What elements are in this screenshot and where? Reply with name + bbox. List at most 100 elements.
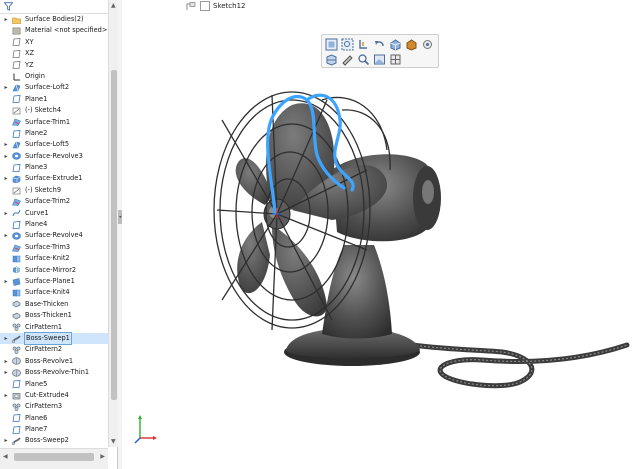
expand-arrow-icon[interactable]: ▸ xyxy=(3,435,9,446)
tree-item-label: Plane1 xyxy=(25,94,48,103)
tree-item-label: Plane6 xyxy=(25,413,48,422)
sweep-icon xyxy=(12,335,21,343)
surface-revolve-icon xyxy=(12,232,21,240)
tree-item[interactable]: ▸ Surface-Loft5 xyxy=(0,139,108,150)
scroll-thumb[interactable] xyxy=(111,70,117,400)
expand-arrow-icon[interactable]: ▸ xyxy=(3,230,9,241)
tree-item[interactable]: Plane1 xyxy=(0,94,108,105)
tree-item-label: XY xyxy=(25,37,34,46)
tree-item[interactable]: YZ xyxy=(0,60,108,71)
tree-item[interactable]: Surface-Trim2 xyxy=(0,196,108,207)
expand-arrow-icon[interactable]: ▸ xyxy=(3,14,9,25)
tree-item-label: CirPattern2 xyxy=(25,345,63,354)
revolve-icon xyxy=(12,369,21,377)
tree-item[interactable]: ▸ Surface-Revolve3 xyxy=(0,151,108,162)
expand-arrow-icon[interactable]: ▸ xyxy=(3,82,9,93)
tree-item[interactable]: Base-Thicken xyxy=(0,299,108,310)
tree-item[interactable]: ▸ Curve1 xyxy=(0,208,108,219)
tree-item[interactable]: ▸ Surface Bodies(2) xyxy=(0,14,108,25)
tree-horizontal-scrollbar[interactable]: ◀ ▶ xyxy=(0,448,108,469)
tree-item[interactable]: ▸ Boss-Revolve1 xyxy=(0,356,108,367)
tree-item[interactable]: ▸ Surface-Loft2 xyxy=(0,82,108,93)
filter-icon[interactable] xyxy=(4,2,13,11)
tree-item[interactable]: Surface-Knit4 xyxy=(0,287,108,298)
plane-icon xyxy=(12,380,21,389)
tree-item[interactable]: XY xyxy=(0,37,108,48)
tree-item[interactable]: (-) Sketch4 xyxy=(0,105,108,116)
tree-item-label: Surface-Mirror2 xyxy=(25,265,77,274)
tree-item-label: CirPattern3 xyxy=(25,402,63,411)
plane-icon xyxy=(12,61,21,70)
tree-item[interactable]: ▸ Boss-Sweep1 xyxy=(0,331,108,346)
tree-item[interactable]: Surface-Knit2 xyxy=(0,253,108,264)
tree-item[interactable]: ▸ Surface-Extrude1 xyxy=(0,173,108,184)
tree-item[interactable]: ▸ Surface-Plane1 xyxy=(0,276,108,287)
tree-item[interactable]: ▸ Boss-Revolve-Thin1 xyxy=(0,367,108,378)
tree-item-label: (-) Sketch4 xyxy=(25,106,62,115)
tree-item-label: Surface Bodies(2) xyxy=(25,15,84,23)
tree-item[interactable]: ▸ Cut-Extrude4 xyxy=(0,390,108,401)
tree-item-label: Surface-Trim1 xyxy=(25,117,71,126)
expand-arrow-icon[interactable]: ▸ xyxy=(3,390,9,401)
surface-trim-icon xyxy=(12,244,21,252)
feature-tree-list: ▸ Surface Bodies(2) Material <not specifie… xyxy=(0,14,108,448)
tree-item[interactable]: Boss-Thicken1 xyxy=(0,310,108,321)
graphics-area[interactable]: Sketch12 xyxy=(122,0,638,469)
tree-item[interactable]: Plane3 xyxy=(0,162,108,173)
tree-item[interactable]: ▸ Boss-Sweep2 xyxy=(0,435,108,446)
tree-item[interactable]: Plane5 xyxy=(0,379,108,390)
tree-item-label: Cut-Extrude4 xyxy=(25,390,69,399)
tree-item-label: Origin xyxy=(25,71,45,80)
scroll-up-icon[interactable]: ▲ xyxy=(111,2,116,9)
tree-item-label: Boss-Thicken1 xyxy=(25,311,72,320)
tree-item[interactable]: CirPattern2 xyxy=(0,344,108,355)
tree-item-label: Surface-Loft2 xyxy=(25,83,70,92)
scroll-down-icon[interactable]: ▼ xyxy=(111,438,116,445)
tree-vertical-scrollbar[interactable]: ▲ ▼ xyxy=(108,0,118,447)
tree-item[interactable]: Plane7 xyxy=(0,424,108,435)
tree-item[interactable]: Material <not specified> xyxy=(0,25,108,36)
surface-trim-icon xyxy=(12,198,21,206)
expand-arrow-icon[interactable]: ▸ xyxy=(3,367,9,378)
expand-arrow-icon[interactable]: ▸ xyxy=(3,208,9,219)
material-icon xyxy=(12,27,21,35)
tree-item-label: Base-Thicken xyxy=(25,299,69,308)
tree-item[interactable]: CirPattern3 xyxy=(0,401,108,412)
tree-item[interactable]: Surface-Trim1 xyxy=(0,117,108,128)
tree-item[interactable]: CirPattern1 xyxy=(0,322,108,333)
expand-arrow-icon[interactable]: ▸ xyxy=(3,151,9,162)
expand-arrow-icon[interactable]: ▸ xyxy=(3,276,9,287)
tree-item[interactable]: XZ xyxy=(0,48,108,59)
desk-fan-model[interactable] xyxy=(122,0,638,469)
tree-item[interactable]: Plane6 xyxy=(0,413,108,424)
circular-pattern-icon xyxy=(12,323,21,332)
expand-arrow-icon[interactable]: ▸ xyxy=(3,333,9,344)
tree-item[interactable]: ▸ Surface-Revolve4 xyxy=(0,230,108,241)
expand-arrow-icon[interactable]: ▸ xyxy=(3,356,9,367)
circular-pattern-icon xyxy=(12,403,21,411)
expand-arrow-icon[interactable]: ▸ xyxy=(3,139,9,150)
tree-item[interactable]: Plane2 xyxy=(0,128,108,139)
tree-item[interactable]: Plane4 xyxy=(0,219,108,230)
tree-item-label: Surface-Knit2 xyxy=(25,254,70,263)
tree-item[interactable]: Surface-Mirror2 xyxy=(0,265,108,276)
plane-icon xyxy=(12,163,21,172)
surface-loft-icon xyxy=(12,141,21,149)
scroll-left-icon[interactable]: ◀ xyxy=(3,453,8,460)
tree-item-label: Boss-Sweep1 xyxy=(24,331,72,346)
tree-item-label: CirPattern1 xyxy=(25,322,63,331)
plane-icon xyxy=(12,38,21,47)
plane-icon xyxy=(12,220,21,229)
tree-item[interactable]: Origin xyxy=(0,71,108,82)
scroll-right-icon[interactable]: ▶ xyxy=(100,453,105,460)
tree-item-label: Plane3 xyxy=(25,163,48,172)
tree-item-label: Surface-Revolve4 xyxy=(25,231,83,240)
cut-extrude-icon xyxy=(12,392,21,399)
expand-arrow-icon[interactable]: ▸ xyxy=(3,173,9,184)
surface-mirror-icon xyxy=(13,266,20,275)
tree-item-label: Surface-Trim3 xyxy=(25,242,71,251)
horizontal-scroll-thumb[interactable] xyxy=(14,453,94,461)
plane-icon xyxy=(12,425,21,434)
tree-item[interactable]: (-) Sketch9 xyxy=(0,185,108,196)
tree-item[interactable]: Surface-Trim3 xyxy=(0,242,108,253)
